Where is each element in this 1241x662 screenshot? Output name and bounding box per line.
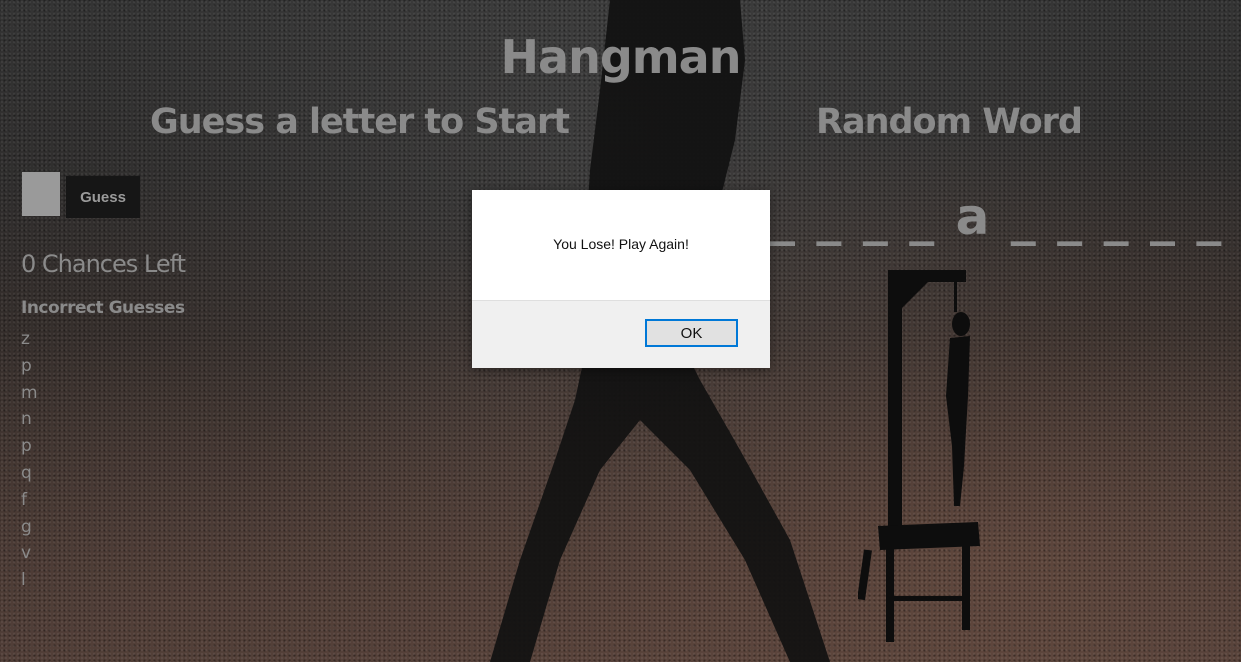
dialog-message: You Lose! Play Again! xyxy=(553,236,689,252)
guess-letter-input[interactable] xyxy=(22,172,60,216)
incorrect-letter: m xyxy=(21,382,38,403)
page-title: Hangman xyxy=(500,30,742,84)
incorrect-letter: p xyxy=(21,436,32,457)
alert-dialog: You Lose! Play Again! OK xyxy=(472,190,770,368)
guess-prompt: Guess a letter to Start xyxy=(150,102,570,142)
chances-left: 0 Chances Left xyxy=(21,250,186,278)
guess-button[interactable]: Guess xyxy=(66,176,140,218)
incorrect-letter: g xyxy=(21,516,32,537)
incorrect-guesses-list: z p m n p q f g v l xyxy=(21,326,38,594)
incorrect-letter: q xyxy=(21,462,32,483)
incorrect-guesses-title: Incorrect Guesses xyxy=(21,298,185,318)
ok-button[interactable]: OK xyxy=(645,319,738,347)
word-heading: Random Word xyxy=(816,102,1083,142)
incorrect-letter: z xyxy=(21,329,30,349)
incorrect-letter: n xyxy=(21,409,32,430)
random-word-display: _ _ _ _ a _ _ _ _ _ xyxy=(770,188,1224,246)
incorrect-letter: l xyxy=(21,570,26,591)
dialog-footer: OK xyxy=(472,300,770,368)
incorrect-letter: v xyxy=(21,543,32,564)
hangman-gallows-icon xyxy=(858,270,980,642)
incorrect-letter: p xyxy=(21,355,32,376)
incorrect-letter: f xyxy=(21,489,27,510)
